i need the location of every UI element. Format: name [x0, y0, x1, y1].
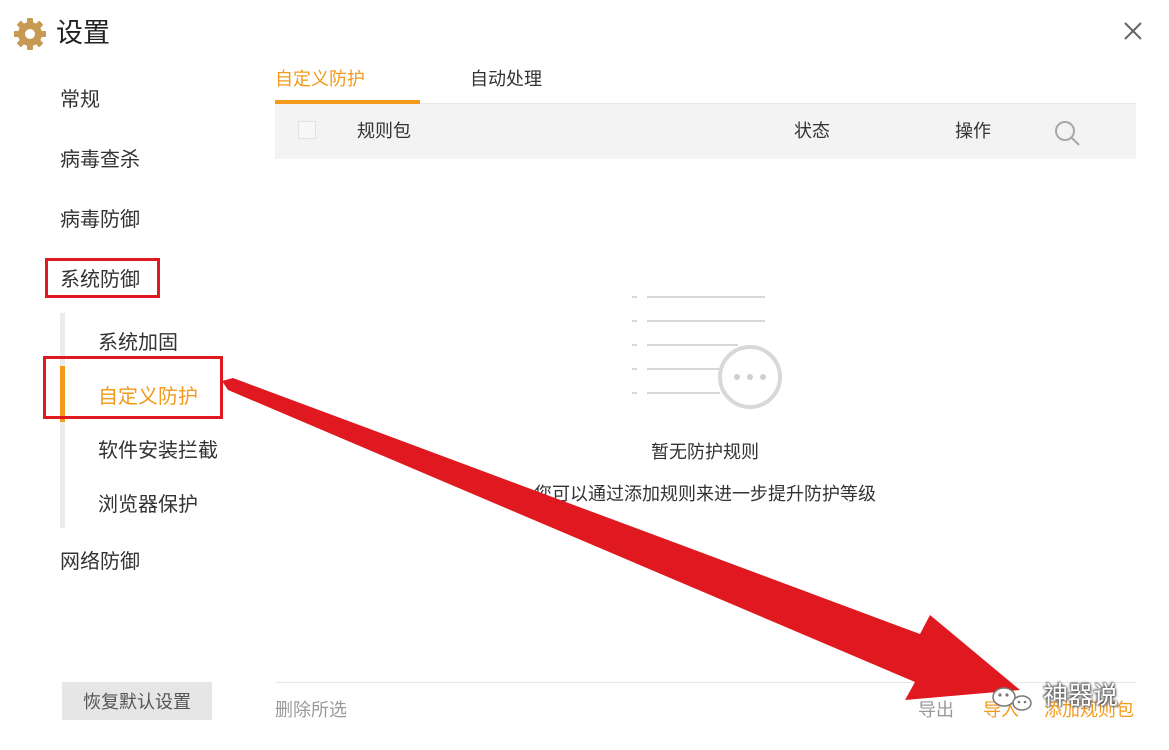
gear-icon [14, 18, 46, 50]
close-icon[interactable] [1118, 16, 1148, 46]
watermark-text: 神器说 [1043, 681, 1119, 710]
select-all-checkbox[interactable] [298, 121, 316, 139]
submenu-item-system-hardening[interactable]: 系统加固 [98, 328, 178, 356]
sidebar-item-network-defense[interactable]: 网络防御 [60, 547, 140, 575]
tab-custom-protection[interactable]: 自定义防护 [275, 67, 365, 93]
submenu-item-browser-protection[interactable]: 浏览器保护 [98, 490, 198, 518]
annotation-box-system-defense [45, 258, 160, 298]
sidebar-item-virus-defense[interactable]: 病毒防御 [60, 205, 140, 233]
column-status: 状态 [794, 121, 830, 142]
delete-selected-button[interactable]: 删除所选 [275, 698, 347, 724]
empty-state-title: 暂无防护规则 [651, 442, 759, 463]
column-rule-pack: 规则包 [357, 121, 411, 142]
sidebar-item-general[interactable]: 常规 [60, 85, 100, 113]
sidebar-item-virus-scan[interactable]: 病毒查杀 [60, 145, 140, 173]
empty-list-illustration [632, 296, 782, 409]
empty-state-subtitle: 您可以通过添加规则来进一步提升防护等级 [534, 484, 876, 505]
tab-auto-handle[interactable]: 自动处理 [470, 67, 542, 93]
window-title: 设置 [56, 18, 110, 49]
export-button[interactable]: 导出 [918, 698, 954, 724]
annotation-box-custom-protection [43, 356, 223, 419]
restore-defaults-button[interactable]: 恢复默认设置 [62, 682, 212, 720]
search-icon[interactable] [1052, 118, 1082, 148]
column-action: 操作 [955, 121, 991, 142]
submenu-item-install-block[interactable]: 软件安装拦截 [98, 436, 218, 464]
